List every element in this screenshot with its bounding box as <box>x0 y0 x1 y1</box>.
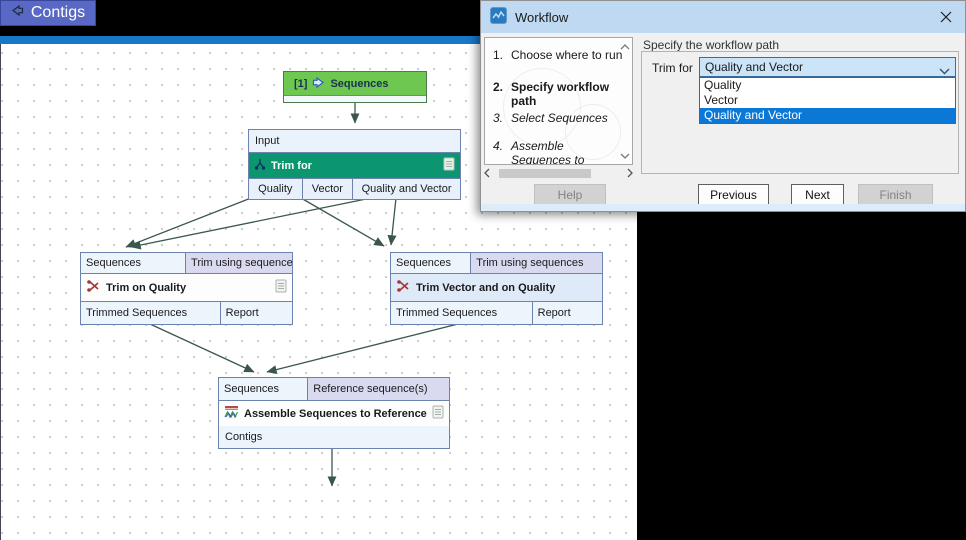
trim-on-quality-title: Trim on Quality <box>106 282 186 294</box>
trim-for-combobox[interactable]: Quality and Vector <box>699 57 956 77</box>
workflow-wizard-dialog: Workflow 1. Choose where to run 2. Speci… <box>480 0 966 212</box>
previous-button[interactable]: Previous <box>698 184 769 205</box>
workflow-icon <box>490 7 507 27</box>
document-icon[interactable] <box>432 405 444 422</box>
in-port-sequences[interactable]: Sequences <box>81 253 185 273</box>
close-icon[interactable] <box>935 7 957 27</box>
finish-button[interactable]: Finish <box>858 184 933 205</box>
trim-for-title: Trim for <box>271 160 312 172</box>
node-trim-vector-and-quality[interactable]: Sequences Trim using sequences Trim Vect… <box>390 252 603 325</box>
help-button[interactable]: Help <box>534 184 606 205</box>
dialog-bottom-strip <box>481 204 965 211</box>
next-button[interactable]: Next <box>791 184 844 205</box>
dropdown-option-vector[interactable]: Vector <box>700 93 955 108</box>
node-trim-for[interactable]: Input Trim for Quality Vector Quality an… <box>248 129 461 200</box>
trim-for-label: Trim for <box>652 61 693 75</box>
port-quality-and-vector[interactable]: Quality and Vector <box>352 179 460 199</box>
scroll-up-icon[interactable] <box>618 40 631 53</box>
scroll-right-icon[interactable] <box>627 167 633 181</box>
out-port-report[interactable]: Report <box>220 302 292 324</box>
combobox-value: Quality and Vector <box>705 60 803 74</box>
node-input-sequences[interactable]: [1] Sequences <box>283 71 427 103</box>
arrow-left-icon <box>11 4 24 22</box>
document-icon[interactable] <box>443 157 455 174</box>
combobox-dropdown-list: Quality Vector Quality and Vector <box>699 77 956 124</box>
dialog-title: Workflow <box>515 10 568 25</box>
out-port-trimmed-sequences[interactable]: Trimmed Sequences <box>391 302 532 324</box>
in-port-reference-sequences[interactable]: Reference sequence(s) <box>307 378 449 400</box>
trim-for-input-label: Input <box>255 135 279 147</box>
in-port-sequences[interactable]: Sequences <box>219 378 307 400</box>
scroll-left-icon[interactable] <box>484 167 490 181</box>
input-badge: [1] <box>294 78 307 90</box>
in-port-trim-using-sequences[interactable]: Trim using sequences <box>185 253 292 273</box>
dropdown-option-quality[interactable]: Quality <box>700 78 955 93</box>
node-output-contigs[interactable]: Contigs <box>0 0 96 26</box>
group-box-title: Specify the workflow path <box>643 38 779 52</box>
document-icon[interactable] <box>275 279 287 296</box>
port-vector[interactable]: Vector <box>302 179 353 199</box>
dialog-title-bar[interactable]: Workflow <box>481 1 965 33</box>
input-node-output-port[interactable] <box>284 95 426 102</box>
scissors-icon <box>396 279 411 296</box>
input-node-label: Sequences <box>330 78 388 90</box>
chevron-down-icon <box>939 64 950 78</box>
node-trim-on-quality[interactable]: Sequences Trim using sequences Trim on Q… <box>80 252 293 325</box>
dropdown-option-quality-and-vector[interactable]: Quality and Vector <box>700 108 955 123</box>
assemble-icon <box>224 405 239 422</box>
out-port-trimmed-sequences[interactable]: Trimmed Sequences <box>81 302 220 324</box>
node-assemble-sequences[interactable]: Sequences Reference sequence(s) Assemble… <box>218 377 450 449</box>
scroll-down-icon[interactable] <box>618 149 631 162</box>
in-port-sequences[interactable]: Sequences <box>391 253 470 273</box>
horizontal-scrollbar[interactable] <box>484 167 633 180</box>
wizard-steps-panel[interactable]: 1. Choose where to run 2. Specify workfl… <box>484 37 633 165</box>
scissors-icon <box>86 279 101 296</box>
out-port-contigs[interactable]: Contigs <box>219 426 449 448</box>
assemble-title: Assemble Sequences to Reference <box>244 408 427 420</box>
scrollbar-thumb[interactable] <box>499 169 591 178</box>
in-port-trim-using-sequences[interactable]: Trim using sequences <box>470 253 602 273</box>
trim-vector-title: Trim Vector and on Quality <box>416 282 555 294</box>
out-port-report[interactable]: Report <box>532 302 602 324</box>
arrow-right-icon <box>312 76 325 92</box>
output-node-label: Contigs <box>31 4 85 22</box>
port-quality[interactable]: Quality <box>249 179 302 199</box>
fork-icon <box>254 158 266 173</box>
trim-for-input-port[interactable]: Input <box>249 130 460 152</box>
